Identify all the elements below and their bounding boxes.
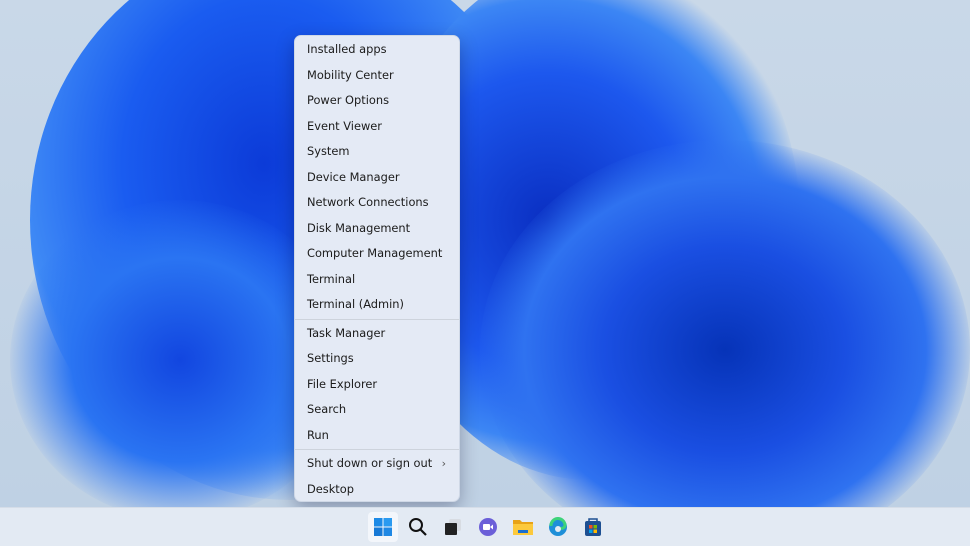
- menu-item-label: Network Connections: [307, 195, 429, 209]
- file-explorer-icon[interactable]: [508, 512, 538, 542]
- menu-item-settings[interactable]: Settings: [295, 346, 459, 372]
- menu-item-label: Settings: [307, 351, 354, 365]
- menu-item-disk-management[interactable]: Disk Management: [295, 216, 459, 242]
- menu-item-label: Terminal (Admin): [307, 297, 404, 311]
- menu-item-label: Installed apps: [307, 42, 387, 56]
- chevron-right-icon: ›: [441, 457, 446, 470]
- menu-item-label: Event Viewer: [307, 118, 382, 133]
- quick-link-menu: Installed apps Mobility Center Power Optio…: [294, 35, 460, 502]
- start-icon[interactable]: [368, 512, 398, 542]
- menu-item-label: Disk Management: [307, 220, 411, 235]
- menu-item-power-options[interactable]: Power Options: [295, 88, 459, 114]
- menu-item-label: Run: [307, 427, 329, 442]
- menu-item-computer-management[interactable]: Computer Management: [295, 241, 459, 267]
- task-view-icon[interactable]: [438, 512, 468, 542]
- menu-item-label: Task Manager: [307, 325, 386, 340]
- menu-item-file-explorer[interactable]: File Explorer: [295, 372, 459, 398]
- menu-item-event-viewer[interactable]: Event Viewer: [295, 114, 459, 140]
- menu-item-label: Device Manager: [307, 169, 400, 184]
- menu-item-label: Search: [307, 402, 347, 416]
- menu-item-label: Shut down or sign out: [307, 456, 433, 470]
- menu-item-terminal[interactable]: Terminal: [295, 267, 459, 293]
- menu-item-shut-down-or-sign-out[interactable]: Shut down or sign out ›: [295, 451, 459, 477]
- taskbar: [0, 507, 970, 546]
- menu-item-task-manager[interactable]: Task Manager: [295, 321, 459, 347]
- menu-item-network-connections[interactable]: Network Connections: [295, 190, 459, 216]
- edge-icon[interactable]: [543, 512, 573, 542]
- menu-item-device-manager[interactable]: Device Manager: [295, 165, 459, 191]
- menu-item-label: Desktop: [307, 481, 354, 496]
- menu-item-label: Mobility Center: [307, 67, 394, 82]
- menu-item-label: Computer Management: [307, 246, 443, 260]
- menu-item-desktop[interactable]: Desktop: [295, 477, 459, 503]
- menu-separator: [295, 449, 459, 450]
- menu-item-label: Terminal: [307, 271, 356, 286]
- menu-item-label: System: [307, 144, 350, 158]
- menu-item-search[interactable]: Search: [295, 397, 459, 423]
- desktop-wallpaper: [0, 0, 970, 507]
- teams-chat-icon[interactable]: [473, 512, 503, 542]
- menu-item-terminal-admin[interactable]: Terminal (Admin): [295, 292, 459, 318]
- menu-item-label: File Explorer: [307, 376, 378, 391]
- store-icon[interactable]: [578, 512, 608, 542]
- search-icon[interactable]: [403, 512, 433, 542]
- menu-separator: [295, 318, 459, 320]
- menu-item-mobility-center[interactable]: Mobility Center: [295, 63, 459, 89]
- menu-item-installed-apps[interactable]: Installed apps: [295, 37, 459, 63]
- menu-item-label: Power Options: [307, 93, 390, 107]
- menu-item-system[interactable]: System: [295, 139, 459, 165]
- menu-item-run[interactable]: Run: [295, 423, 459, 449]
